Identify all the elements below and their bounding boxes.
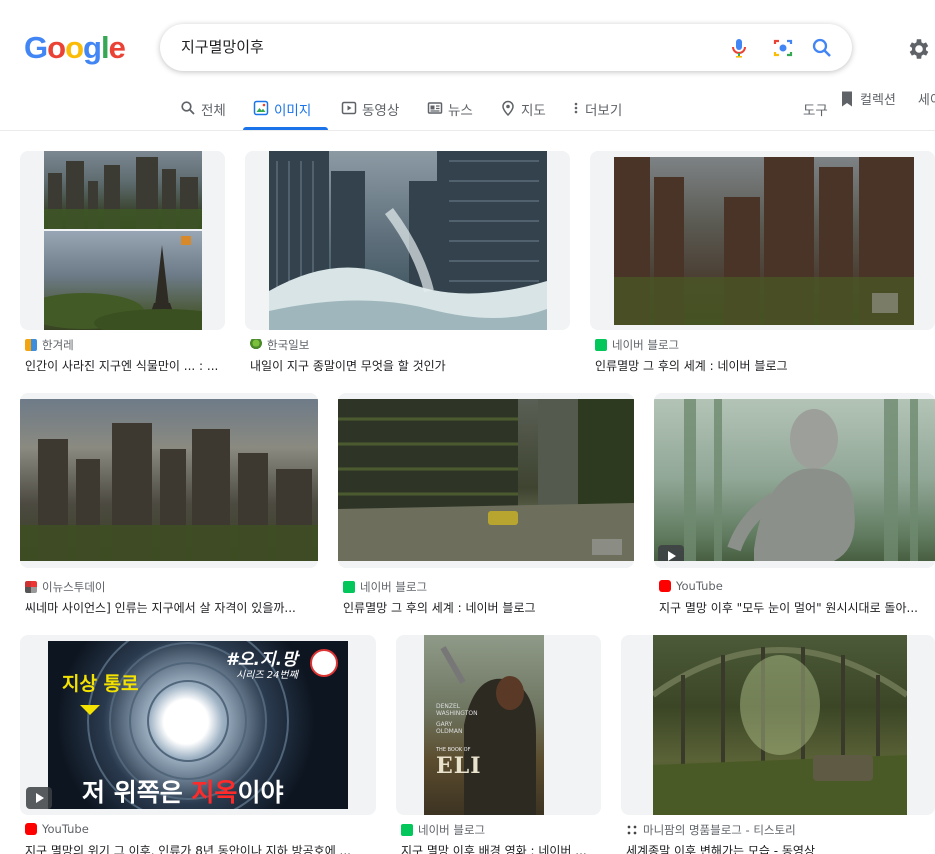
video-play-icon [658,545,684,561]
naver-blog-favicon [595,339,607,351]
logo-letter: g [83,30,102,65]
thumb-top-caption: 지상 통로 [62,673,139,695]
result-card[interactable]: 한겨레 인간이 사라진 지구엔 식물만이 ... : ... [20,151,225,376]
enewstoday-favicon [25,581,37,593]
result-thumbnail[interactable] [20,393,318,568]
tab-maps[interactable]: 지도 [500,92,546,130]
result-title[interactable]: 인간이 사라진 지구엔 식물만이 ... : ... [25,357,225,374]
result-thumbnail[interactable] [621,635,935,815]
news-icon [427,100,443,116]
result-thumbnail[interactable] [338,393,634,568]
logo-letter: o [47,30,66,65]
tab-label: 이미지 [274,103,312,119]
youtube-favicon [659,580,671,592]
tab-label: 전체 [201,103,226,119]
result-card[interactable]: #오.지.망 시리즈 24번째 지상 통로 저 위쪽은 지옥이야 YouTube… [20,635,376,854]
search-icon [180,100,196,116]
tab-news[interactable]: 뉴스 [427,92,473,130]
result-card[interactable]: 마니팜의 명품블로그 - 티스토리 세계종말 이후 변해가는 모습 - 동영상 [621,635,935,854]
result-title[interactable]: 지구 멸망 이후 배경 영화 : 네이버 ... [401,842,601,854]
result-title[interactable]: 인류멸망 그 후의 세계 : 네이버 블로그 [343,599,634,616]
result-source[interactable]: YouTube [25,822,89,836]
logo-letter: e [108,30,126,65]
map-pin-icon [500,100,516,117]
collections-label: 컬렉션 [860,93,896,108]
search-input[interactable] [181,37,721,55]
logo-letter: o [65,30,84,65]
tistory-favicon [626,824,638,836]
result-card[interactable]: YouTube 지구 멸망 이후 "모두 눈이 멀어" 원시시대로 돌아... [654,393,935,618]
logo-letter: G [24,30,48,65]
camera-lens-icon[interactable] [771,36,795,60]
youtube-favicon [25,823,37,835]
result-source[interactable]: YouTube [659,579,723,593]
poster-actor-2: GARY OLDMAN [436,721,463,735]
tab-label: 지도 [521,103,546,119]
tab-label: 뉴스 [448,103,473,119]
header-divider [0,130,935,131]
result-source[interactable]: 네이버 블로그 [343,579,427,595]
result-source[interactable]: 한겨레 [25,337,74,353]
thumb-channel-badge [310,649,338,677]
play-icon [341,100,357,116]
result-thumbnail[interactable] [20,151,225,330]
result-thumbnail[interactable]: #오.지.망 시리즈 24번째 지상 통로 저 위쪽은 지옥이야 [20,635,376,815]
result-thumbnail[interactable] [245,151,570,330]
tab-more[interactable]: 더보기 [572,92,622,130]
search-box[interactable] [160,24,852,71]
collections-button[interactable]: 컬렉션 세이 [840,89,935,108]
result-thumbnail[interactable] [590,151,935,330]
result-title[interactable]: 지구 멸망 이후 "모두 눈이 멀어" 원시시대로 돌아... [659,599,935,616]
result-source[interactable]: 마니팜의 명품블로그 - 티스토리 [626,822,796,838]
result-card[interactable]: 한국일보 내일이 지구 종말이면 무엇을 할 것인가 [245,151,570,376]
gear-icon[interactable] [906,36,932,62]
bookmark-icon [840,90,854,108]
result-source[interactable]: 네이버 블로그 [595,337,679,353]
microphone-icon[interactable] [727,36,751,60]
result-card[interactable]: 이뉴스투데이 씨네마 사이언스] 인류는 지구에서 살 자격이 있을까... [20,393,318,618]
poster-title: ELI [436,753,482,779]
result-source[interactable]: 한국일보 [250,337,309,353]
naver-blog-favicon [401,824,413,836]
tools-button[interactable]: 도구 [803,99,828,119]
logo-letter: l [100,30,110,65]
hankook-favicon [250,339,262,351]
tab-label: 더보기 [585,103,623,119]
tab-label: 동영상 [362,103,400,119]
result-title[interactable]: 내일이 지구 종말이면 무엇을 할 것인가 [250,357,570,374]
result-card[interactable]: DENZEL WASHINGTON GARY OLDMAN THE BOOK OF … [396,635,601,854]
google-logo[interactable]: Google [24,30,126,66]
poster-actor-1: DENZEL WASHINGTON [436,703,478,717]
result-source[interactable]: 네이버 블로그 [401,822,485,838]
result-title[interactable]: 세계종말 이후 변해가는 모습 - 동영상 [626,842,935,854]
safesearch-label[interactable]: 세이 [918,89,935,108]
result-thumbnail[interactable] [654,393,935,568]
result-card[interactable]: 네이버 블로그 인류멸망 그 후의 세계 : 네이버 블로그 [590,151,935,376]
tab-images[interactable]: 이미지 [253,92,311,130]
result-source[interactable]: 이뉴스투데이 [25,579,105,595]
hani-favicon [25,339,37,351]
result-thumbnail[interactable]: DENZEL WASHINGTON GARY OLDMAN THE BOOK OF … [396,635,601,815]
tab-all[interactable]: 전체 [180,92,226,130]
result-title[interactable]: 지구 멸망의 위기 그 이후, 인류가 8년 동안이나 지하 방공호에 ... [25,842,376,854]
video-play-icon [26,787,52,809]
more-vert-icon [572,100,580,116]
result-title[interactable]: 씨네마 사이언스] 인류는 지구에서 살 자격이 있을까... [25,599,318,616]
thumb-series-tag: 시리즈 24번째 [236,670,298,681]
tab-videos[interactable]: 동영상 [341,92,399,130]
naver-blog-favicon [343,581,355,593]
thumb-bottom-caption: 저 위쪽은 지옥이야 [82,778,284,807]
result-card[interactable]: 네이버 블로그 인류멸망 그 후의 세계 : 네이버 블로그 [338,393,634,618]
search-icon[interactable] [810,36,834,60]
result-title[interactable]: 인류멸망 그 후의 세계 : 네이버 블로그 [595,357,935,374]
image-icon [253,100,269,116]
